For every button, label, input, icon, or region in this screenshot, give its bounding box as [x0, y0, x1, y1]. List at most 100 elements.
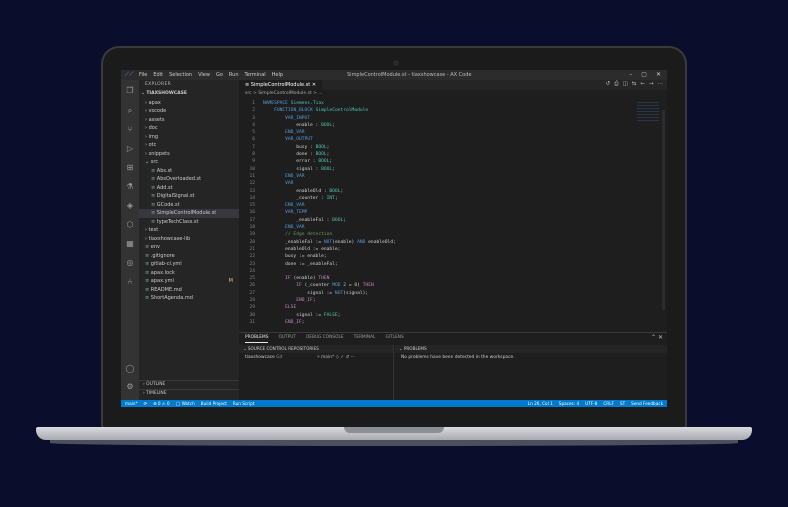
editor-actions: ↺ ⎙ ◫ ⇆ ← → ⋯: [605, 81, 663, 88]
status-item[interactable]: main*: [125, 400, 138, 407]
tree-item[interactable]: › assets: [139, 116, 239, 125]
problems-header[interactable]: ⌄ PROBLEMS: [395, 345, 667, 353]
line-number: 28: [249, 298, 255, 304]
tree-item[interactable]: › doc: [139, 124, 239, 133]
scm-branch[interactable]: ⑂ main* ◇ ✓ ↺ ⋯: [317, 353, 355, 362]
line-number: 1: [252, 101, 255, 106]
tree-item[interactable]: ≡ AbsOverloaded.st: [139, 175, 239, 184]
search-icon[interactable]: ⌕: [125, 106, 135, 116]
account-icon[interactable]: ◯: [125, 364, 135, 374]
status-item[interactable]: CRLF: [603, 400, 614, 407]
tree-item[interactable]: ≡ SimpleControlModule.st: [139, 209, 239, 218]
tree-item[interactable]: › vscode: [139, 107, 239, 116]
tree-item[interactable]: ≡ GCode.st: [139, 201, 239, 210]
tree-item[interactable]: › apax: [139, 99, 239, 108]
workspace-root[interactable]: ⌄ TIAXSHOWCASE: [139, 90, 239, 99]
menu-item[interactable]: Help: [272, 72, 283, 78]
panel-tab[interactable]: DEBUG CONSOLE: [306, 333, 344, 343]
code-line: 24: [239, 268, 659, 275]
tab-simplecontrolmodule[interactable]: ≡ SimpleControlModule.st ✕: [239, 80, 323, 90]
panel-tab[interactable]: GITLENS: [385, 333, 403, 343]
menu-item[interactable]: Edit: [153, 72, 163, 78]
code-line: 14 _counter : INT;: [239, 195, 659, 202]
split-icon[interactable]: ◫: [622, 81, 627, 88]
tree-item[interactable]: › snippets: [139, 150, 239, 159]
next-change-icon[interactable]: →: [649, 81, 654, 88]
menu-item[interactable]: View: [198, 72, 210, 78]
editor-scrollbar[interactable]: [662, 110, 665, 310]
tree-item[interactable]: ≡ apax.lock: [139, 269, 239, 278]
run-debug-icon[interactable]: ▷: [125, 144, 135, 154]
remote-icon[interactable]: ◎: [125, 258, 135, 268]
outline-header[interactable]: › OUTLINE: [139, 380, 239, 389]
menu-item[interactable]: Go: [216, 72, 223, 78]
gitlens-icon[interactable]: ⑃: [125, 277, 135, 287]
status-item[interactable]: Ln 26, Col 1: [528, 400, 553, 407]
print-icon[interactable]: ⎙: [614, 81, 618, 88]
tree-item[interactable]: ≡ apax.yml M: [139, 277, 239, 286]
panel-tab[interactable]: OUTPUT: [278, 333, 296, 343]
status-item[interactable]: Send Feedback: [631, 400, 663, 407]
menu-item[interactable]: File: [139, 72, 147, 78]
more-icon[interactable]: ⋯: [658, 81, 664, 88]
menu-item[interactable]: Terminal: [245, 72, 266, 78]
tree-item[interactable]: ≡ ShortAgenda.md: [139, 294, 239, 303]
code-line: 17 _enableFal : BOOL;: [239, 217, 659, 224]
tree-item[interactable]: › test: [139, 226, 239, 235]
maximize-panel-icon[interactable]: ⌃: [651, 334, 656, 341]
tree-item-label: SimpleControlModule.st: [156, 210, 217, 216]
close-icon[interactable]: ✕: [656, 71, 661, 78]
tree-item[interactable]: ≡ gitlab-ci.yml: [139, 260, 239, 269]
gear-icon[interactable]: ⚙: [125, 382, 135, 392]
menu-item[interactable]: Run: [229, 72, 239, 78]
line-number: 4: [252, 122, 255, 128]
status-item[interactable]: Spaces: 4: [559, 400, 579, 407]
status-item[interactable]: ⊗ 0 ⚠ 0: [153, 400, 170, 407]
tree-item[interactable]: ≡ env: [139, 243, 239, 252]
tree-item-label: apax.lock: [150, 269, 175, 276]
scm-header[interactable]: ⌄ SOURCE CONTROL REPOSITORIES: [239, 345, 393, 353]
line-number: 12: [249, 181, 255, 187]
tree-item[interactable]: › tiaxshowcase-lib: [139, 235, 239, 244]
breadcrumb[interactable]: src > SimpleControlModule.st > ...: [239, 90, 667, 98]
compare-icon[interactable]: ⇆: [632, 81, 637, 88]
extensions-icon[interactable]: ⊞: [125, 163, 135, 173]
status-item[interactable]: ⟳: [144, 400, 148, 407]
prev-change-icon[interactable]: ←: [640, 81, 645, 88]
panel-tab[interactable]: PROBLEMS: [245, 333, 269, 343]
panel-tab[interactable]: TERMINAL: [354, 333, 376, 343]
status-item[interactable]: UTF-8: [585, 400, 597, 407]
status-item[interactable]: Build Project: [201, 400, 227, 407]
tree-item[interactable]: ≡ Abs.st: [139, 167, 239, 176]
testing-icon[interactable]: ⚗: [125, 182, 135, 192]
code-line: 1 NAMESPACE Siemens.Tiax: [239, 100, 659, 107]
plc-icon[interactable]: ◈: [125, 201, 135, 211]
tree-item[interactable]: ⌄ src: [139, 158, 239, 167]
tree-item[interactable]: › img: [139, 133, 239, 142]
tree-item[interactable]: › otc: [139, 141, 239, 150]
scm-repo-row[interactable]: tiaxshowcase Git ⑂ main* ◇ ✓ ↺ ⋯: [239, 353, 393, 362]
tree-item[interactable]: ≡ DigitalSignal.st: [139, 192, 239, 201]
tree-item[interactable]: ≡ README.md: [139, 286, 239, 295]
status-item[interactable]: ◯ Watch: [176, 400, 195, 407]
maximize-icon[interactable]: ▢: [641, 71, 647, 78]
explorer-icon[interactable]: ❐: [125, 86, 135, 96]
tree-item[interactable]: ≡ Add.st: [139, 184, 239, 193]
minimap[interactable]: [637, 102, 659, 122]
close-panel-icon[interactable]: ✕: [658, 334, 663, 341]
line-number: 2: [252, 108, 255, 114]
code-text: END_IF;: [296, 298, 316, 304]
tree-item-label: doc: [148, 125, 158, 131]
history-icon[interactable]: ↺: [605, 81, 610, 88]
timeline-header[interactable]: › TIMELINE: [139, 389, 239, 398]
source-control-icon[interactable]: ⑂: [125, 125, 135, 135]
minimize-icon[interactable]: –: [629, 71, 632, 78]
package-icon[interactable]: ⬡: [125, 220, 135, 230]
tree-item[interactable]: ≡ .gitignore: [139, 252, 239, 261]
code-area[interactable]: 1 NAMESPACE Siemens.Tiax 2 FUNCTION_BLOCK …: [239, 100, 659, 332]
chart-icon[interactable]: ▦: [125, 239, 135, 249]
tree-item[interactable]: ≡ typeTechClass.st: [139, 218, 239, 227]
status-item[interactable]: Run Script: [233, 400, 255, 407]
menu-item[interactable]: Selection: [169, 72, 192, 78]
status-item[interactable]: ST: [620, 400, 625, 407]
